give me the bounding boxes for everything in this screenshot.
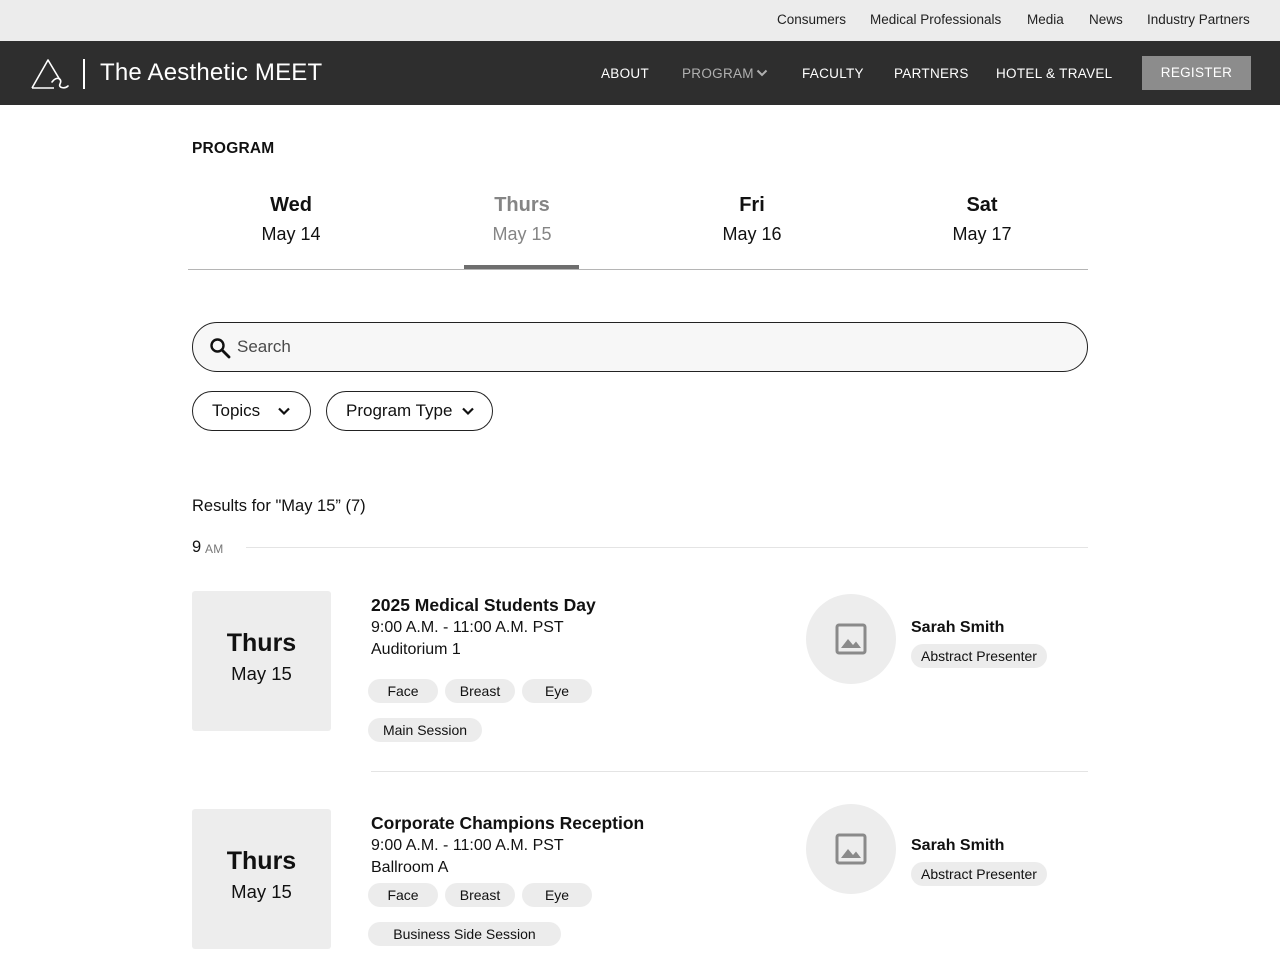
topics-filter-button[interactable]: Topics xyxy=(192,391,311,431)
presenter-avatar xyxy=(806,804,896,894)
chevron-down-icon[interactable] xyxy=(756,68,768,78)
filter-label: Topics xyxy=(212,401,261,420)
logo-divider xyxy=(83,59,85,89)
program-type-filter-button[interactable]: Program Type xyxy=(326,391,493,431)
image-placeholder-icon xyxy=(835,623,867,655)
event-time: 9:00 A.M. - 11:00 A.M. PST xyxy=(371,619,564,636)
brand-name[interactable]: The Aesthetic MEET xyxy=(100,59,322,87)
utility-link-media[interactable]: Media xyxy=(1027,12,1064,27)
event-date-tile: Thurs May 15 xyxy=(192,809,331,949)
topic-tag: Eye xyxy=(522,883,592,907)
utility-link-news[interactable]: News xyxy=(1089,12,1123,27)
chevron-down-icon xyxy=(278,407,290,416)
nav-about[interactable]: ABOUT xyxy=(601,66,649,81)
program-type-tag: Business Side Session xyxy=(368,922,561,946)
tab-thurs[interactable]: Thurs May 15 xyxy=(447,193,597,246)
main-nav: The Aesthetic MEET ABOUT PROGRAM FACULTY… xyxy=(0,41,1280,105)
search-icon xyxy=(210,338,231,359)
event-title[interactable]: Corporate Champions Reception xyxy=(371,813,644,834)
image-placeholder-icon xyxy=(835,833,867,865)
tab-dow: Sat xyxy=(966,194,998,216)
tab-date: May 14 xyxy=(261,224,321,244)
tab-wed[interactable]: Wed May 14 xyxy=(216,193,366,246)
search-bar[interactable] xyxy=(192,322,1088,372)
event-card[interactable]: Thurs May 15 2025 Medical Students Day 9… xyxy=(0,591,1280,772)
page-title: PROGRAM xyxy=(192,140,275,157)
presenter-role-badge: Abstract Presenter xyxy=(911,644,1047,668)
tab-date: May 15 xyxy=(492,224,552,244)
logo-mark-icon[interactable] xyxy=(30,56,70,90)
nav-program[interactable]: PROGRAM xyxy=(682,66,754,81)
presenter-name[interactable]: Sarah Smith xyxy=(911,619,1004,637)
chevron-down-icon xyxy=(462,407,474,416)
presenter-avatar xyxy=(806,594,896,684)
nav-faculty[interactable]: FACULTY xyxy=(802,66,864,81)
time-group-hour: 9 xyxy=(192,538,202,556)
tab-sat[interactable]: Sat May 17 xyxy=(907,193,1057,246)
time-group-ampm: AM xyxy=(205,542,224,556)
topic-tag: Face xyxy=(368,679,438,703)
tab-dow: Thurs xyxy=(494,194,550,216)
nav-hotel-travel[interactable]: HOTEL & TRAVEL xyxy=(996,66,1113,81)
event-room: Ballroom A xyxy=(371,859,449,876)
tab-date: May 16 xyxy=(722,224,782,244)
utility-link-medical-professionals[interactable]: Medical Professionals xyxy=(870,12,1001,27)
tile-date: May 15 xyxy=(231,663,292,684)
event-time: 9:00 A.M. - 11:00 A.M. PST xyxy=(371,837,564,854)
tab-dow: Wed xyxy=(270,194,312,216)
tile-dow: Thurs xyxy=(226,847,297,875)
event-card[interactable]: Thurs May 15 Corporate Champions Recepti… xyxy=(0,804,1280,974)
tab-fri[interactable]: Fri May 16 xyxy=(677,193,827,246)
event-room: Auditorium 1 xyxy=(371,641,461,658)
event-divider xyxy=(371,771,1088,772)
tabs-divider xyxy=(188,269,1088,270)
utility-bar: Consumers Medical Professionals Media Ne… xyxy=(0,0,1280,41)
utility-link-consumers[interactable]: Consumers xyxy=(777,12,846,27)
event-date-tile: Thurs May 15 xyxy=(192,591,331,731)
topic-tag: Eye xyxy=(522,679,592,703)
register-button[interactable]: REGISTER xyxy=(1142,56,1251,90)
presenter-role-badge: Abstract Presenter xyxy=(911,862,1047,886)
search-input[interactable] xyxy=(237,333,1057,361)
presenter-name[interactable]: Sarah Smith xyxy=(911,837,1004,855)
tab-dow: Fri xyxy=(739,194,765,216)
event-title[interactable]: 2025 Medical Students Day xyxy=(371,595,596,616)
tile-date: May 15 xyxy=(231,881,292,902)
topic-tag: Breast xyxy=(445,883,515,907)
program-type-tag: Main Session xyxy=(368,718,482,742)
nav-partners[interactable]: PARTNERS xyxy=(894,66,969,81)
active-tab-indicator xyxy=(464,265,579,269)
results-count: Results for "May 15” (7) xyxy=(192,497,366,515)
tile-dow: Thurs xyxy=(226,629,297,657)
topic-tag: Face xyxy=(368,883,438,907)
time-group-divider xyxy=(246,547,1088,548)
tab-date: May 17 xyxy=(952,224,1012,244)
utility-link-industry-partners[interactable]: Industry Partners xyxy=(1147,12,1250,27)
topic-tag: Breast xyxy=(445,679,515,703)
filter-label: Program Type xyxy=(346,401,453,420)
